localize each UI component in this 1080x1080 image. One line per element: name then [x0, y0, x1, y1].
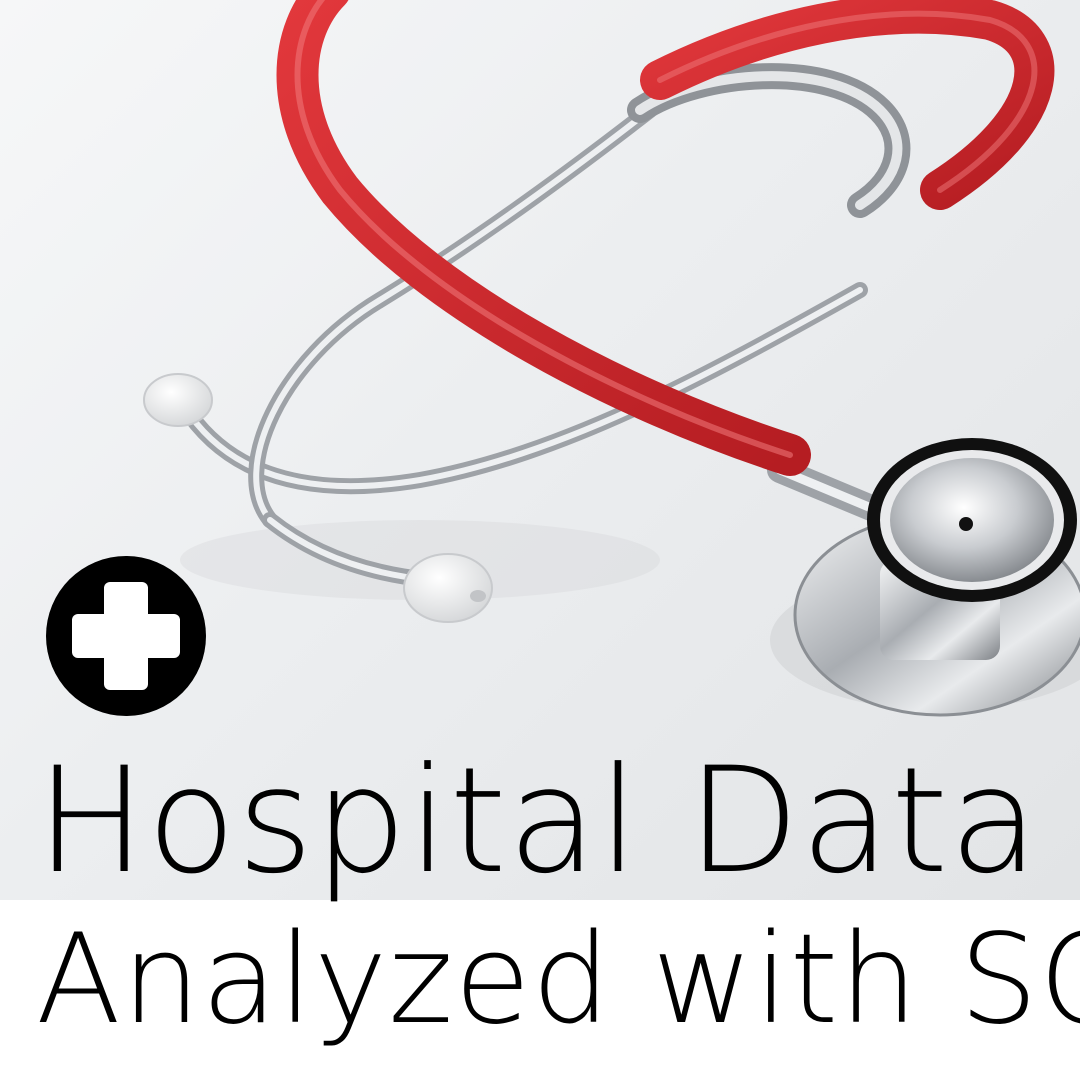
medical-cross-icon: [46, 556, 206, 716]
chest-piece: [793, 438, 1080, 717]
cross-horizontal-bar: [72, 614, 180, 658]
title-line-1: Hospital Data: [36, 736, 1040, 906]
title-line-2: Analyzed with SQL: [36, 908, 1080, 1052]
red-tubing: [276, 0, 1055, 476]
cover-image: Hospital Data Analyzed with SQL: [0, 0, 1080, 1080]
